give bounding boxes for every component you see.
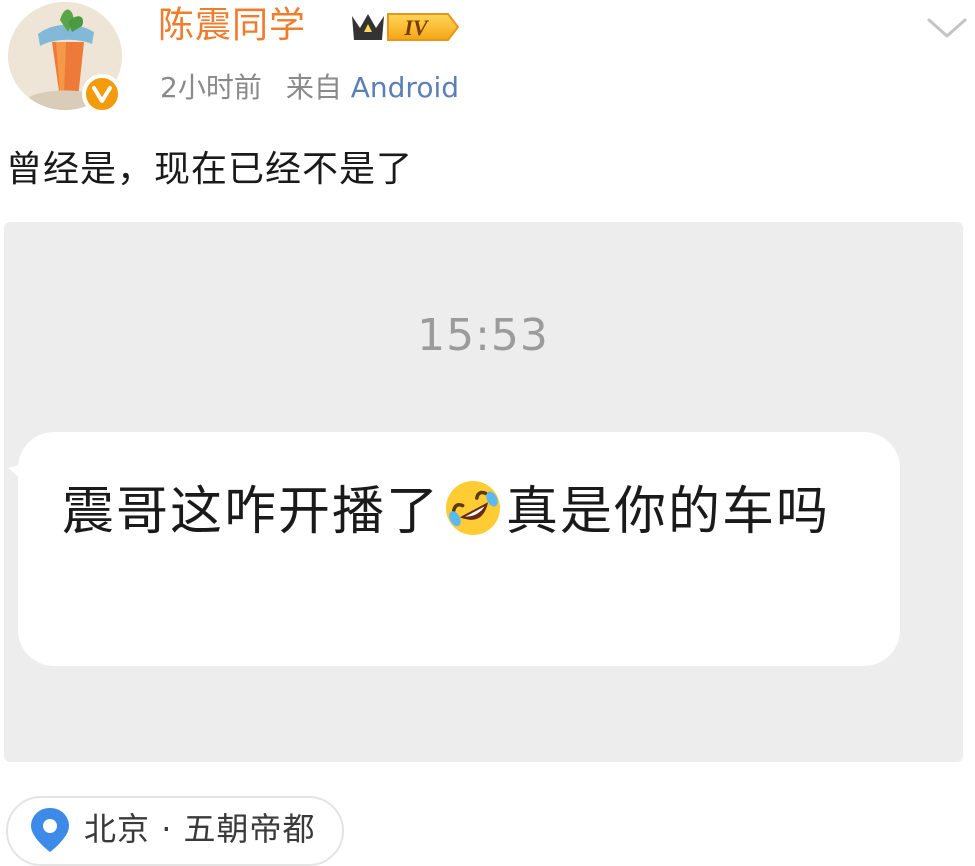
chat-message-part-1: 震哥这咋开播了: [62, 482, 441, 542]
post-time: 2小时前: [160, 71, 262, 104]
verified-badge-icon: [82, 74, 122, 114]
post-text: 曾经是，现在已经不是了: [6, 149, 414, 190]
source-app-link[interactable]: Android: [351, 71, 459, 104]
author-name[interactable]: 陈震同学: [158, 4, 306, 48]
location-tag[interactable]: 北京 · 五朝帝都: [6, 796, 344, 866]
chat-timestamp: 15:53: [417, 310, 549, 361]
chat-message: 震哥这咋开播了 真是你的车吗: [62, 470, 862, 554]
location-city: 北京: [84, 810, 151, 848]
location-place: 五朝帝都: [183, 810, 316, 848]
post-meta: 2小时前 来自 Android: [160, 68, 459, 108]
vip-level-label: IV: [403, 15, 430, 40]
location-label: 北京 · 五朝帝都: [84, 806, 316, 852]
rolling-on-floor-laughing-emoji-icon: [446, 481, 501, 535]
chevron-down-icon[interactable]: [926, 14, 968, 42]
vip-crown-badge-icon: IV: [352, 13, 460, 41]
location-separator: ·: [161, 810, 173, 848]
location-pin-icon: [31, 808, 69, 852]
source-prefix: 来自: [285, 71, 342, 104]
chat-message-part-2: 真是你的车吗: [506, 482, 831, 542]
